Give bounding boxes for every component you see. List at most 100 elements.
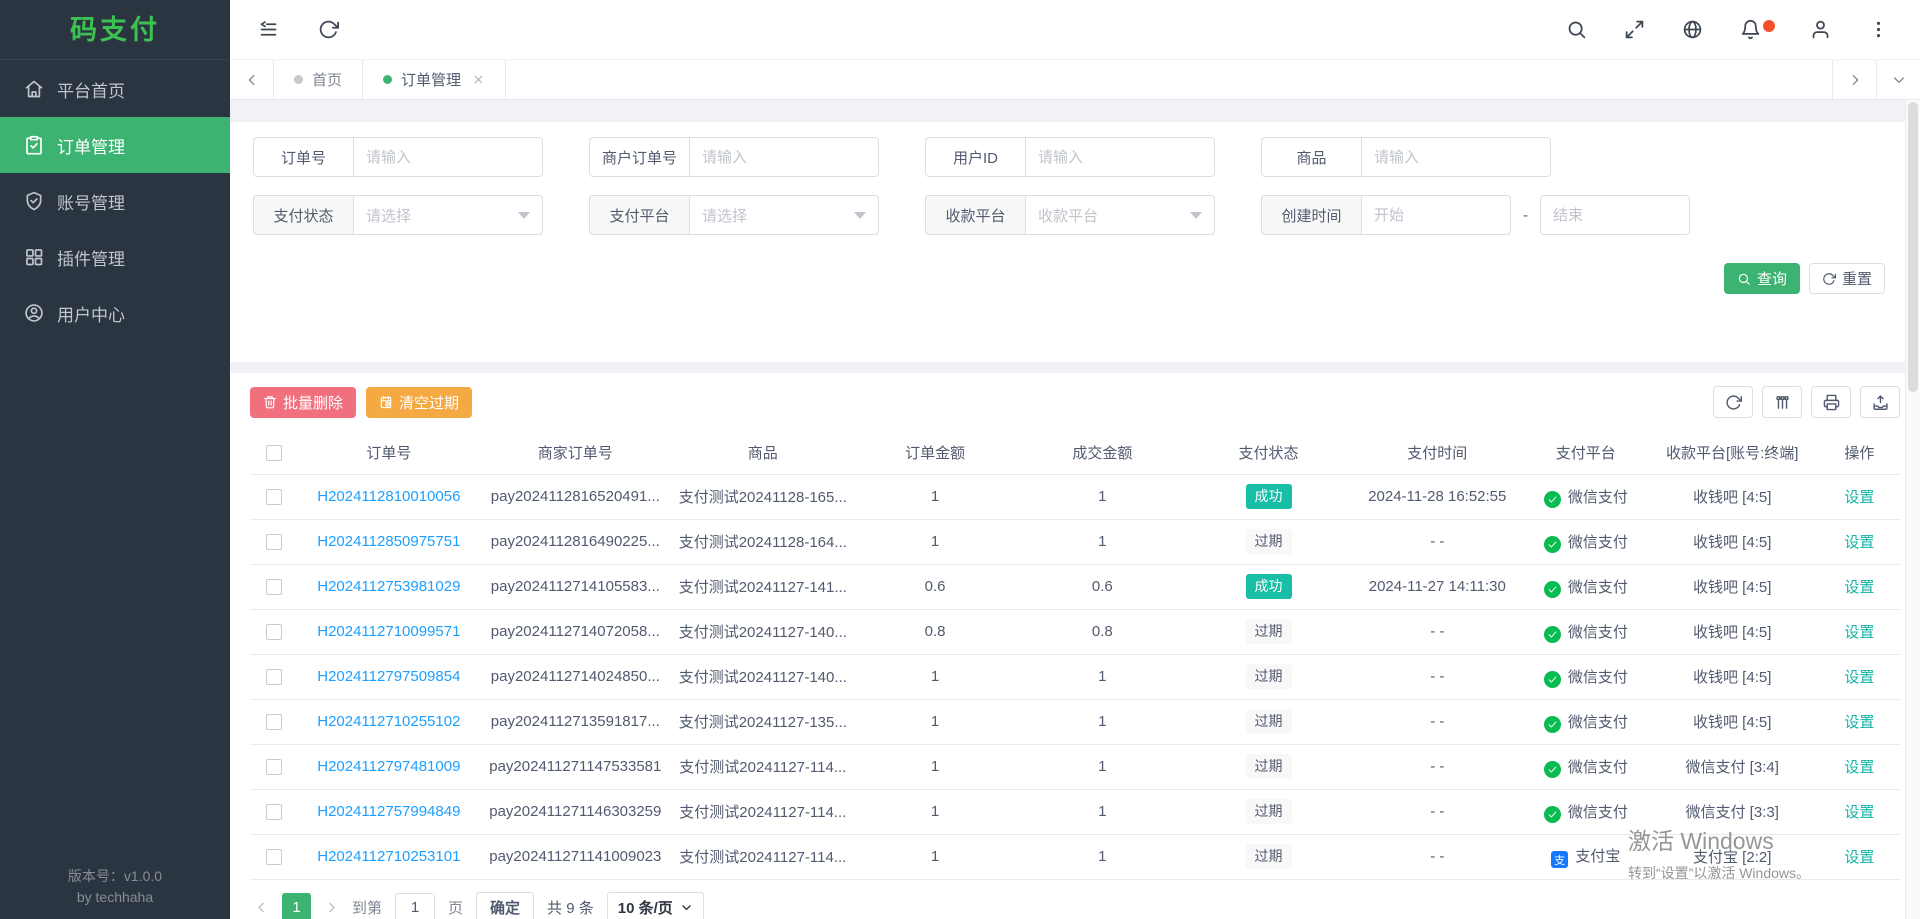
tabs-scroll-right-button[interactable] xyxy=(1832,60,1876,99)
status-badge: 过期 xyxy=(1246,664,1292,688)
sidebar-item-platform-home[interactable]: 平台首页 xyxy=(0,61,230,117)
export-button[interactable] xyxy=(1860,386,1900,418)
page-number-button[interactable]: 1 xyxy=(282,893,311,919)
content-area: 订单号 商户订单号 用户ID 商品 xyxy=(230,100,1920,919)
columns-icon xyxy=(1774,394,1791,411)
pay-platform-select[interactable]: 请选择 xyxy=(689,195,879,235)
platform-name: 微信支付 xyxy=(1568,804,1628,821)
merchant-order-no-input[interactable] xyxy=(689,137,879,177)
sidebar-item-account-management[interactable]: 账号管理 xyxy=(0,173,230,229)
order-amount: 1 xyxy=(931,533,939,550)
row-checkbox[interactable] xyxy=(266,489,282,505)
filter-panel: 订单号 商户订单号 用户ID 商品 xyxy=(230,122,1920,362)
order-number-link[interactable]: H2024112850975751 xyxy=(317,533,460,550)
tab-order-management[interactable]: 订单管理 xyxy=(363,60,506,99)
row-checkbox[interactable] xyxy=(266,534,282,550)
platform-name: 微信支付 xyxy=(1568,759,1628,776)
order-number-link[interactable]: H2024112797509854 xyxy=(317,668,460,685)
settings-link[interactable]: 设置 xyxy=(1844,714,1874,731)
trash-icon xyxy=(263,395,277,409)
select-placeholder: 请选择 xyxy=(702,205,747,226)
paid-amount: 0.6 xyxy=(1092,578,1113,595)
kebab-menu-icon xyxy=(1868,19,1889,40)
page-size-select[interactable]: 10 条/页 xyxy=(607,892,704,919)
collapse-sidebar-button[interactable] xyxy=(258,19,280,41)
order-number-link[interactable]: H2024112757994849 xyxy=(317,803,460,820)
sidebar-item-user-center[interactable]: 用户中心 xyxy=(0,285,230,341)
print-button[interactable] xyxy=(1811,386,1851,418)
order-number-link[interactable]: H2024112797481009 xyxy=(317,758,460,775)
row-checkbox[interactable] xyxy=(266,714,282,730)
settings-link[interactable]: 设置 xyxy=(1844,804,1874,821)
order-number-link[interactable]: H2024112710255102 xyxy=(317,713,460,730)
vertical-scrollbar[interactable] xyxy=(1905,100,1920,919)
search-icon xyxy=(1566,19,1587,40)
language-button[interactable] xyxy=(1682,19,1704,41)
goto-page-input[interactable] xyxy=(395,893,435,919)
scrollbar-thumb[interactable] xyxy=(1908,102,1918,392)
close-tab-icon[interactable] xyxy=(472,73,485,86)
tab-bar: 首页 订单管理 xyxy=(230,60,1920,100)
end-date-input[interactable] xyxy=(1540,195,1690,235)
col-merchant-order-no: 商家订单号 xyxy=(479,431,672,474)
order-amount: 1 xyxy=(931,803,939,820)
merchant-order-no-filter: 商户订单号 xyxy=(589,137,879,177)
batch-delete-button[interactable]: 批量删除 xyxy=(250,387,356,418)
prev-page-button[interactable] xyxy=(254,900,269,915)
more-options-button[interactable] xyxy=(1868,19,1890,41)
notifications-button[interactable] xyxy=(1740,19,1762,41)
topbar xyxy=(230,0,1920,60)
settings-link[interactable]: 设置 xyxy=(1844,489,1874,506)
user-id-input[interactable] xyxy=(1025,137,1215,177)
row-checkbox[interactable] xyxy=(266,579,282,595)
settings-link[interactable]: 设置 xyxy=(1844,579,1874,596)
order-number-link[interactable]: H2024112753981029 xyxy=(317,578,460,595)
tabs-scroll-left-button[interactable] xyxy=(230,60,274,99)
settings-link[interactable]: 设置 xyxy=(1844,534,1874,551)
batch-delete-label: 批量删除 xyxy=(283,392,343,413)
fullscreen-button[interactable] xyxy=(1624,19,1646,41)
paid-amount: 0.8 xyxy=(1092,623,1113,640)
column-filter-button[interactable] xyxy=(1762,386,1802,418)
refresh-table-button[interactable] xyxy=(1713,386,1753,418)
settings-link[interactable]: 设置 xyxy=(1844,624,1874,641)
refresh-icon xyxy=(318,19,339,40)
home-icon xyxy=(24,79,44,99)
tab-home[interactable]: 首页 xyxy=(274,60,363,99)
clear-expired-button[interactable]: 清空过期 xyxy=(366,387,472,418)
col-receive-platform: 收款平台[账号:终端] xyxy=(1646,431,1819,474)
refresh-page-button[interactable] xyxy=(318,19,340,41)
select-all-checkbox[interactable] xyxy=(266,445,282,461)
pay-status-select[interactable]: 请选择 xyxy=(353,195,543,235)
settings-link[interactable]: 设置 xyxy=(1844,669,1874,686)
sidebar-item-plugin-management[interactable]: 插件管理 xyxy=(0,229,230,285)
sidebar-item-order-management[interactable]: 订单管理 xyxy=(0,117,230,173)
platform-name: 微信支付 xyxy=(1568,489,1628,506)
row-checkbox[interactable] xyxy=(266,849,282,865)
row-checkbox[interactable] xyxy=(266,624,282,640)
app-window: 码支付 平台首页 订单管理 账号管理 插件管理 用户中心 xyxy=(0,0,1920,919)
start-date-input[interactable] xyxy=(1361,195,1511,235)
filter-row-2: 支付状态 请选择 支付平台 请选择 收款平台 xyxy=(253,195,1900,235)
order-number-link[interactable]: H2024112710253101 xyxy=(317,848,460,865)
settings-link[interactable]: 设置 xyxy=(1844,849,1874,866)
order-number-link[interactable]: H2024112810010056 xyxy=(317,488,460,505)
user-profile-button[interactable] xyxy=(1810,19,1832,41)
order-no-input[interactable] xyxy=(353,137,543,177)
receive-platform-select[interactable]: 收款平台 xyxy=(1025,195,1215,235)
search-button[interactable] xyxy=(1566,19,1588,41)
row-checkbox[interactable] xyxy=(266,759,282,775)
search-submit-button[interactable]: 查询 xyxy=(1724,263,1800,294)
tabs-menu-button[interactable] xyxy=(1876,60,1920,99)
table-row: H2024112710253101 pay202411271141009023 … xyxy=(250,834,1900,879)
user-icon xyxy=(1810,19,1831,40)
order-number-link[interactable]: H2024112710099571 xyxy=(317,623,460,640)
goto-confirm-button[interactable]: 确定 xyxy=(476,892,534,919)
settings-link[interactable]: 设置 xyxy=(1844,759,1874,776)
row-checkbox[interactable] xyxy=(266,804,282,820)
status-badge: 过期 xyxy=(1246,799,1292,823)
next-page-button[interactable] xyxy=(324,900,339,915)
row-checkbox[interactable] xyxy=(266,669,282,685)
product-input[interactable] xyxy=(1361,137,1551,177)
reset-button[interactable]: 重置 xyxy=(1809,263,1885,294)
